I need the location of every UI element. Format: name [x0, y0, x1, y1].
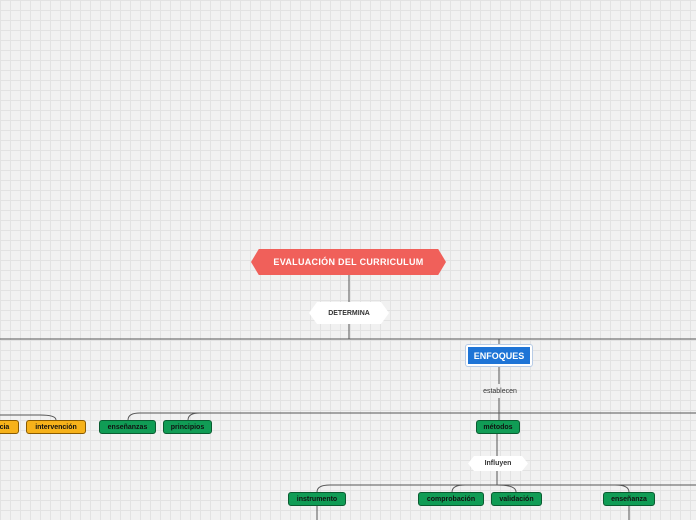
connector-to-validacion: [496, 484, 517, 493]
topic-node-label: intervención: [35, 423, 77, 431]
connector-to-enseñanza: [614, 484, 630, 493]
topic-node-intervencion[interactable]: intervención: [26, 420, 86, 434]
connector-to-comprobacion: [451, 484, 466, 493]
connector-to-enseñanzas: [127, 412, 141, 421]
topic-node-comprobacion[interactable]: comprobación: [418, 492, 484, 506]
topic-node-label: validación: [499, 495, 534, 503]
link-label-text: Influyen: [484, 460, 512, 467]
root-node-label: EVALUACIÓN DEL CURRICULUM: [273, 257, 424, 267]
topic-node-label: instrumento: [296, 495, 338, 503]
connector-to-principios: [187, 412, 201, 421]
topic-node-label: enseñanza: [611, 495, 647, 503]
topic-node-label: principios: [170, 423, 205, 431]
topic-node-acia[interactable]: acia: [0, 420, 19, 434]
mind-map-canvas[interactable]: EVALUACIÓN DEL CURRICULUM DETERMINA ENFO…: [0, 0, 696, 520]
topic-node-principios[interactable]: principios: [163, 420, 212, 434]
link-label-establecen[interactable]: establecen: [470, 384, 530, 398]
link-label-text: establecen: [483, 387, 517, 395]
link-label-determina[interactable]: DETERMINA: [309, 302, 389, 324]
topic-node-instrumento[interactable]: instrumento: [288, 492, 346, 506]
topic-node-enfoques[interactable]: ENFOQUES: [466, 345, 532, 366]
link-label-influyen[interactable]: Influyen: [468, 456, 528, 471]
topic-node-label: enseñanzas: [107, 423, 148, 431]
topic-node-metodos[interactable]: métodos: [476, 420, 520, 434]
topic-node-label: comprobación: [426, 495, 476, 503]
topic-node-validacion[interactable]: validación: [491, 492, 542, 506]
topic-node-label: ENFOQUES: [473, 350, 525, 361]
topic-node-label: métodos: [483, 423, 513, 431]
topic-node-ensenanza[interactable]: enseñanza: [603, 492, 655, 506]
root-node-evaluacion[interactable]: EVALUACIÓN DEL CURRICULUM: [251, 249, 446, 275]
connector-to-instrumento: [316, 484, 331, 493]
topic-node-label: acia: [0, 423, 10, 431]
link-label-text: DETERMINA: [328, 309, 370, 317]
topic-node-ensenanzas[interactable]: enseñanzas: [99, 420, 156, 434]
